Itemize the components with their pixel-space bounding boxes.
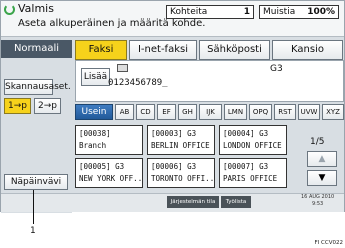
alpha-tab-rst[interactable]: RST (274, 104, 296, 120)
tab-fax[interactable]: Faksi (75, 40, 127, 60)
alpha-tab-uvw[interactable]: UVW (298, 104, 320, 120)
destination-key[interactable]: [00007] G3 PARIS OFFICE (219, 158, 287, 188)
app-title: Valmis (18, 2, 54, 15)
destination-name: LONDON OFFICE (223, 141, 282, 150)
fax-number-field[interactable]: 0123456789_ (108, 78, 168, 88)
destination-key[interactable]: [00038] Branch (75, 125, 143, 155)
alpha-tab-gh[interactable]: GH (178, 104, 197, 120)
alpha-tab-ijk[interactable]: IJK (199, 104, 222, 120)
destination-name: TORONTO OFFI.. (151, 174, 215, 183)
destination-name: BERLIN OFFICE (151, 141, 210, 150)
alpha-tab-opq[interactable]: OPQ (249, 104, 272, 120)
job-list-button[interactable]: Työlista (221, 196, 251, 208)
alpha-tab-frequent[interactable]: Usein (75, 104, 113, 120)
destination-type-tabs: Faksi I-net-faksi Sähköposti Kansio (75, 40, 344, 60)
destination-id: [00006] G3 (151, 162, 197, 171)
mode-indicator: Normaali (1, 40, 72, 58)
destination-id: [00004] G3 (223, 129, 269, 138)
callout-line (33, 190, 34, 224)
two-sided-button[interactable]: 2→p (34, 98, 61, 114)
scroll-down-button[interactable]: ▼ (307, 170, 337, 186)
time: 9:53 (312, 201, 324, 207)
left-panel: Normaali Skannausaset. 1→p 2→p Näpäinväv… (1, 37, 72, 213)
destination-name: Branch (79, 141, 107, 150)
add-button[interactable]: Lisää (81, 68, 110, 86)
destination-name: NEW YORK OFF.. (79, 174, 143, 183)
system-status-button[interactable]: Järjestelmän tila (167, 196, 219, 208)
fax-mode: G3 (270, 64, 283, 74)
tab-folder[interactable]: Kansio (272, 40, 343, 60)
destination-key[interactable]: [00003] G3 BERLIN OFFICE (147, 125, 215, 155)
destination-key[interactable]: [00004] G3 LONDON OFFICE (219, 125, 287, 155)
status-message: Aseta alkuperäinen ja määritä kohde. (18, 18, 206, 29)
scroll-up-button[interactable]: ▲ (307, 151, 337, 167)
alpha-tab-ef[interactable]: EF (157, 104, 176, 120)
figure-code: FI CCV022 (314, 240, 343, 246)
ready-status-icon (4, 4, 15, 15)
fax-input-area: Lisää 0123456789_ G3 (75, 60, 344, 102)
destination-id: [00005] G3 (79, 162, 125, 171)
counter-label: Kohteita (170, 7, 208, 17)
tab-email[interactable]: Sähköposti (199, 40, 270, 60)
memory-label: Muistia (263, 7, 296, 17)
destination-key[interactable]: [00006] G3 TORONTO OFFI.. (147, 158, 215, 188)
alpha-tab-xyz[interactable]: XYZ (322, 104, 344, 120)
destination-name: PARIS OFFICE (223, 174, 278, 183)
memory-indicator: Muistia 100% (259, 5, 339, 19)
destination-counter: Kohteita 1 (166, 5, 254, 19)
preview-button[interactable]: Näpäinvävi (4, 174, 68, 190)
alpha-tab-ab[interactable]: AB (115, 104, 134, 120)
destination-key[interactable]: [00005] G3 NEW YORK OFF.. (75, 158, 143, 188)
callout-number: 1 (30, 226, 36, 236)
destination-id: [00003] G3 (151, 129, 197, 138)
alpha-tab-cd[interactable]: CD (136, 104, 155, 120)
memory-value: 100% (307, 7, 335, 17)
destination-id: [00038] (79, 129, 111, 138)
one-sided-button[interactable]: 1→p (4, 98, 31, 114)
counter-value: 1 (243, 7, 250, 17)
alpha-tab-lmn[interactable]: LMN (224, 104, 247, 120)
control-panel-screen: Valmis Aseta alkuperäinen ja määritä koh… (0, 0, 345, 213)
scan-settings-button[interactable]: Skannausaset. (4, 79, 71, 95)
date: 16 AUG 2010 (301, 194, 335, 200)
tab-internet-fax[interactable]: I-net-faksi (129, 40, 197, 60)
destination-id: [00007] G3 (223, 162, 269, 171)
alphabet-tabs: Usein AB CD EF GH IJK LMN OPQ RST UVW XY… (75, 104, 344, 120)
fax-icon (117, 64, 128, 72)
date-time: 16 AUG 2010 9:53 (301, 194, 334, 208)
status-bar: Valmis Aseta alkuperäinen ja määritä koh… (1, 1, 344, 37)
page-indicator: 1/5 (310, 137, 325, 147)
